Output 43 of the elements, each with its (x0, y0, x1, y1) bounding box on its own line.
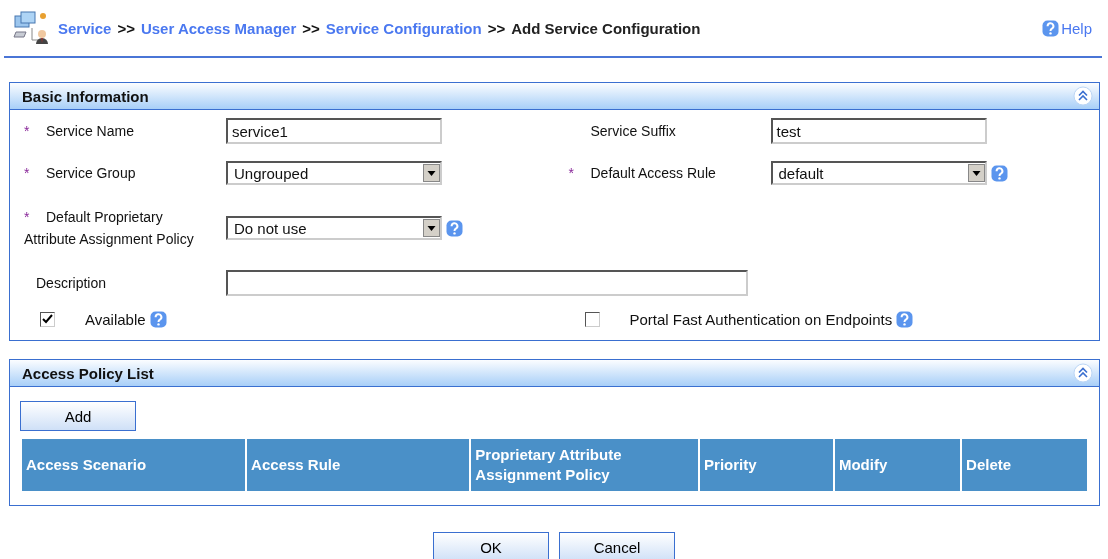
add-button[interactable]: Add (20, 401, 136, 431)
field-label: Service Suffix (589, 122, 676, 141)
input-field[interactable]: test (770, 118, 987, 144)
computer-user-icon (12, 10, 48, 46)
checkbox-label: Available (85, 310, 146, 328)
column-header: Access Rule (247, 439, 470, 491)
column-header: Modify (834, 439, 961, 491)
cancel-button[interactable]: Cancel (559, 532, 675, 559)
input-field[interactable]: service1 (226, 118, 442, 144)
field-label: * Default Proprietary Attribute Assignment Policy (24, 208, 195, 249)
column-header: Priority (700, 439, 833, 491)
checkbox-label: Portal Fast Authentication on Endpoints (629, 310, 893, 328)
panel-title: Basic Information (22, 87, 149, 105)
checkbox[interactable] (584, 311, 600, 327)
collapse-icon[interactable] (1073, 86, 1093, 106)
help-icon[interactable] (1042, 19, 1060, 37)
breadcrumb-separator: >> (487, 19, 506, 37)
column-header: Delete (962, 439, 1087, 491)
column-header: Proprietary Attribute Assignment Policy (471, 439, 699, 491)
column-header: Access Scenario (22, 439, 246, 491)
breadcrumb-current: Add Service Configuration (511, 19, 701, 37)
breadcrumb-link[interactable]: Service (58, 19, 112, 37)
breadcrumb-link[interactable]: Service Configuration (325, 19, 482, 37)
panel-title: Access Policy List (22, 364, 154, 382)
dropdown[interactable]: Ungrouped (226, 161, 442, 185)
help-icon[interactable] (990, 164, 1008, 182)
breadcrumb-separator: >> (302, 19, 320, 37)
help-icon[interactable] (446, 219, 463, 237)
checkbox[interactable] (40, 311, 55, 327)
field-label: * Default Access Rule (568, 164, 716, 183)
input-field[interactable] (226, 270, 748, 296)
breadcrumb-separator: >> (117, 19, 135, 37)
breadcrumb-link[interactable]: User Access Manager (140, 19, 297, 37)
collapse-icon[interactable] (1073, 363, 1093, 383)
help-icon[interactable] (896, 310, 914, 328)
field-label: Description (36, 275, 107, 291)
field-label: * Service Group (24, 164, 136, 183)
ok-button[interactable]: OK (433, 532, 549, 559)
field-label: * Service Name (24, 122, 134, 141)
dropdown[interactable]: Do not use (226, 216, 442, 240)
help-icon[interactable] (149, 310, 167, 328)
dropdown[interactable]: default (770, 161, 987, 185)
help-link[interactable]: Help (1061, 19, 1092, 37)
